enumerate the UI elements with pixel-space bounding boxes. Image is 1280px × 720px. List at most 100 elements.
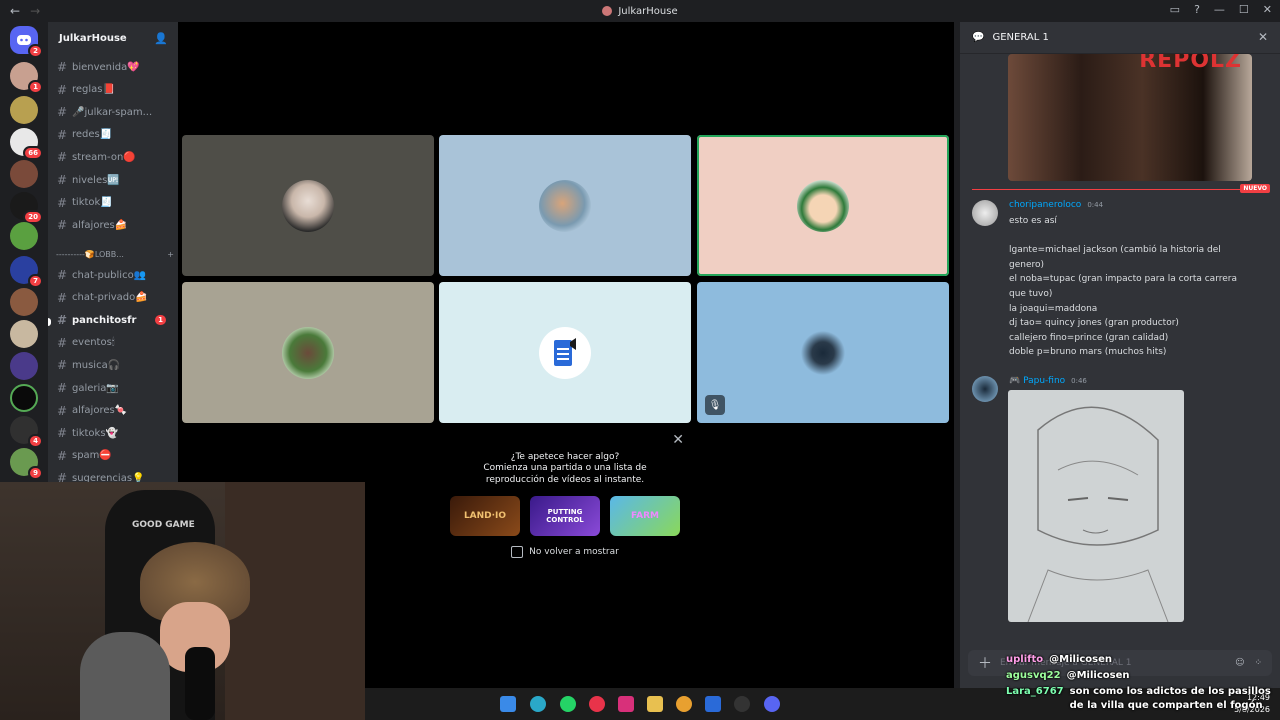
chrome-icon[interactable] (676, 696, 692, 712)
user-avatar[interactable] (972, 376, 998, 402)
channel-item[interactable]: # niveles🆙 (54, 170, 174, 190)
muted-mic-icon: 🎙 (705, 395, 725, 415)
close-button[interactable]: ✕ (1263, 3, 1272, 16)
checkbox-box[interactable] (511, 546, 524, 558)
channel-item[interactable]: # panchitosfr 1 (54, 310, 174, 330)
youtube-music-icon[interactable] (589, 696, 605, 712)
channel-item[interactable]: # 🎤julkar-spam... (54, 102, 174, 122)
server-item[interactable]: 9 (10, 448, 43, 480)
category-lobby[interactable]: ----------🍞LOBB... + (56, 250, 174, 259)
close-icon[interactable]: ✕ (672, 432, 684, 448)
participant-tile[interactable] (439, 135, 691, 276)
channel-item[interactable]: # eventos🕯 (54, 333, 174, 353)
hashtag-icon: # (56, 358, 68, 373)
channel-item[interactable]: # bienvenida💖 (54, 57, 174, 77)
minimize-button[interactable]: — (1214, 3, 1225, 16)
channel-item[interactable]: # stream-on🔴 (54, 147, 174, 167)
channel-item[interactable]: # spam⛔ (54, 446, 174, 466)
activity-putting-control[interactable]: PUTTING CONTROL (530, 496, 600, 536)
channel-item[interactable]: # tiktoks👻 (54, 423, 174, 443)
home-badge: 2 (28, 44, 43, 58)
hashtag-icon: # (56, 127, 68, 142)
overlay-chat-user: agusvq22 (1006, 670, 1061, 681)
channel-item[interactable]: # chat-privado🍰 (54, 288, 174, 308)
message-line: dj tao= quincy jones (gran productor) (1009, 318, 1179, 329)
steam-icon[interactable] (734, 696, 750, 712)
new-messages-divider: NUEVO (972, 184, 1270, 193)
folder-icon[interactable] (647, 696, 663, 712)
dont-show-again-checkbox[interactable]: No volver a mostrar (440, 546, 690, 558)
message-author[interactable]: 🎮 Papu-fino (1009, 376, 1065, 386)
server-item[interactable] (10, 222, 38, 250)
mail-icon[interactable] (705, 696, 721, 712)
channel-item[interactable]: # tiktok🧾 (54, 193, 174, 213)
server-item[interactable] (10, 320, 38, 348)
inbox-icon[interactable]: ▭ (1170, 3, 1180, 16)
overlay-chat-user: uplifto (1006, 654, 1044, 665)
hashtag-icon: # (56, 150, 68, 165)
server-item[interactable] (10, 384, 38, 412)
start-icon[interactable] (500, 696, 516, 712)
whatsapp-icon[interactable] (560, 696, 576, 712)
hashtag-icon: # (56, 448, 68, 463)
server-item[interactable]: 7 (10, 256, 43, 288)
channel-item[interactable]: # chat-publico👥 (54, 265, 174, 285)
activity-title: ¿Te apetece hacer algo? (510, 452, 620, 462)
pencil-sketch-drawing (1027, 406, 1169, 622)
channel-item[interactable]: # musica🎧 (54, 355, 174, 375)
server-item[interactable]: 4 (10, 416, 43, 448)
participant-tile-speaking[interactable] (697, 135, 949, 276)
streamer-arm (80, 632, 170, 720)
app-window: ← → JulkarHouse ▭ ? — ☐ ✕ 2 1 66 20 7 4 … (0, 0, 1280, 720)
message-line: callejero fino=prince (gran calidad) (1009, 332, 1169, 343)
activity-land-io[interactable]: LAND·IO (450, 496, 520, 536)
participant-tile[interactable] (439, 282, 691, 423)
mention-badge: 1 (155, 315, 166, 326)
activity-farm[interactable]: FARM (610, 496, 680, 536)
sketch-image-attachment[interactable] (1008, 390, 1184, 622)
chat-image-attachment[interactable]: REPOLZ (1008, 54, 1252, 181)
server-item[interactable]: 20 (10, 192, 43, 224)
channel-item[interactable]: # galeria📷 (54, 378, 174, 398)
help-icon[interactable]: ? (1194, 3, 1200, 16)
participant-avatar (282, 179, 334, 232)
server-item[interactable] (10, 288, 38, 316)
participant-tile[interactable] (182, 282, 434, 423)
participant-avatar (539, 179, 591, 232)
hashtag-icon: # (56, 195, 68, 210)
hashtag-icon: # (56, 290, 68, 305)
hashtag-icon: # (56, 426, 68, 441)
server-header[interactable]: JulkarHouse 👤 (48, 22, 178, 54)
maximize-button[interactable]: ☐ (1239, 3, 1249, 16)
server-item[interactable] (10, 352, 38, 380)
webcam-overlay: GOOD GAME (0, 482, 365, 720)
participant-tile[interactable] (182, 135, 434, 276)
overlay-chat-line: uplifto @Milicosen (1006, 654, 1113, 665)
server-item[interactable] (10, 96, 38, 124)
channel-item[interactable]: # reglas📕 (54, 80, 174, 100)
home-button[interactable]: 2 (10, 26, 43, 58)
user-avatar[interactable] (972, 200, 998, 226)
message-line (1009, 229, 1249, 244)
message-line: la joaqui=maddona (1009, 303, 1098, 314)
hashtag-icon: # (56, 313, 68, 328)
channel-item[interactable]: # alfajores🍬 (54, 401, 174, 421)
edge-icon[interactable] (530, 696, 546, 712)
window-title: JulkarHouse (0, 6, 1280, 17)
server-item[interactable]: 1 (10, 62, 43, 94)
channel-item[interactable]: # redes🧾 (54, 125, 174, 145)
discord-taskbar-icon[interactable] (764, 696, 780, 712)
participant-tile[interactable]: 🎙 (697, 282, 949, 423)
participant-avatar (797, 179, 849, 232)
instagram-icon[interactable] (618, 696, 634, 712)
add-channel-icon[interactable]: + (167, 250, 174, 259)
hashtag-icon: # (56, 82, 68, 97)
close-chat-icon[interactable]: ✕ (1258, 30, 1268, 44)
server-item[interactable]: 66 (10, 128, 43, 160)
message-author[interactable]: choripaneroloco (1009, 200, 1081, 210)
channel-item[interactable]: # alfajores🍰 (54, 215, 174, 235)
overlay-chat-line: Lara_6767 son como los adictos de los pas… (1006, 686, 1271, 711)
server-item[interactable] (10, 160, 38, 188)
hashtag-icon: # (56, 60, 68, 74)
add-member-icon[interactable]: 👤 (154, 32, 168, 45)
